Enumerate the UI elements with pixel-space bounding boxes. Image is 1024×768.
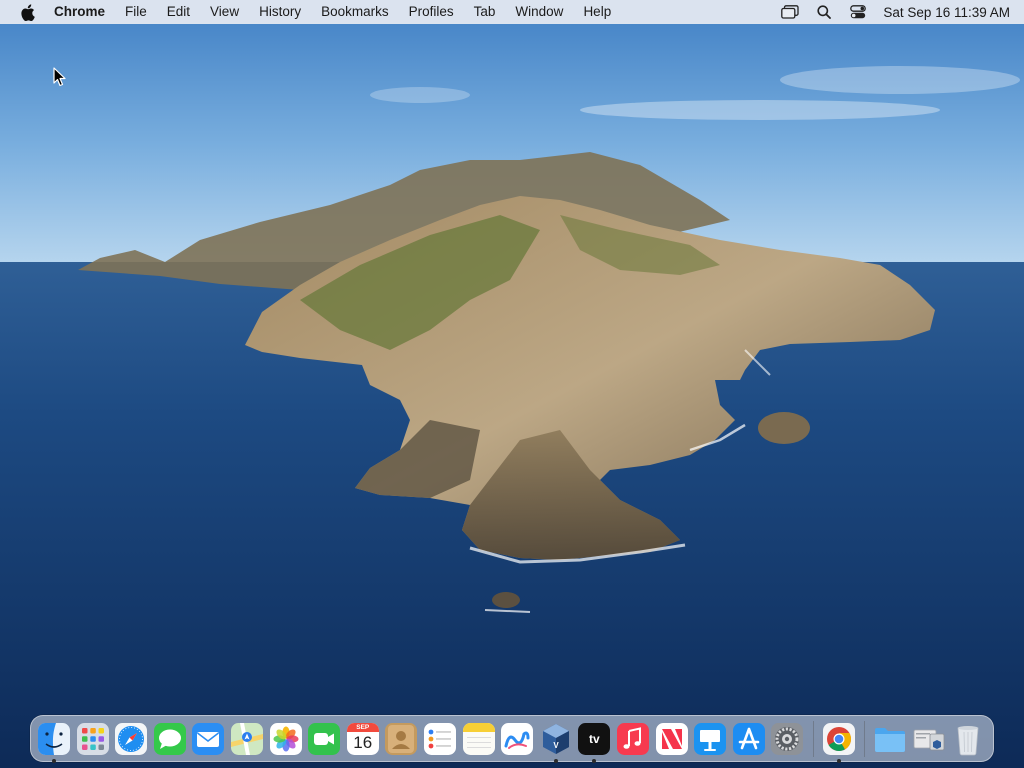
menu-bar-right: Sat Sep 16 11:39 AM <box>773 0 1024 24</box>
screen-mirroring-icon[interactable] <box>773 0 807 24</box>
menu-bar: Chrome File Edit View History Bookmarks … <box>0 0 1024 24</box>
dock-calendar[interactable]: SEP 16 <box>346 722 380 756</box>
running-indicator <box>836 758 841 763</box>
dock-trash[interactable] <box>951 722 985 756</box>
mouse-cursor-icon <box>53 67 66 87</box>
menu-window[interactable]: Window <box>505 0 573 24</box>
svg-text:V: V <box>553 741 559 750</box>
system-settings-icon <box>771 722 804 755</box>
dock-launchpad[interactable] <box>76 722 110 756</box>
dock-chrome[interactable] <box>822 722 856 763</box>
contacts-icon <box>385 722 418 755</box>
reminders-icon <box>423 722 456 755</box>
document-stack-icon <box>913 729 945 750</box>
desktop-wallpaper <box>0 0 1024 768</box>
dock-finder[interactable] <box>37 722 71 763</box>
dock-separator <box>812 720 814 757</box>
dock-system-settings[interactable] <box>770 722 804 756</box>
dock-virtualbox[interactable]: V <box>539 722 573 763</box>
apple-tv-label: tv <box>588 731 600 746</box>
freeform-icon <box>501 722 534 755</box>
dock-messages[interactable] <box>153 722 187 756</box>
dock-separator <box>864 720 866 757</box>
calendar-day: 16 <box>353 732 373 752</box>
menu-file[interactable]: File <box>115 0 157 24</box>
calendar-month: SEP <box>356 723 370 731</box>
dock-photos[interactable] <box>269 722 303 756</box>
dock-notes[interactable] <box>462 722 496 756</box>
dock-facetime[interactable] <box>307 722 341 756</box>
dock-document-stack[interactable] <box>912 722 946 756</box>
dock-safari[interactable] <box>114 722 148 756</box>
menu-tab[interactable]: Tab <box>464 0 506 24</box>
app-store-icon <box>732 722 765 755</box>
dock-news[interactable] <box>655 722 689 756</box>
chrome-icon <box>822 722 855 755</box>
dock-keynote[interactable] <box>693 722 727 756</box>
mail-icon <box>192 722 225 755</box>
dock-apple-tv[interactable]: tv <box>577 722 611 763</box>
notes-icon <box>462 722 495 755</box>
dock-reminders[interactable] <box>423 722 457 756</box>
menu-bar-left: Chrome File Edit View History Bookmarks … <box>0 0 621 24</box>
running-indicator <box>553 758 558 763</box>
dock-music[interactable] <box>616 722 650 756</box>
keynote-icon <box>694 722 727 755</box>
control-center-icon[interactable] <box>841 0 875 24</box>
menu-profiles[interactable]: Profiles <box>399 0 464 24</box>
menu-help[interactable]: Help <box>573 0 621 24</box>
menu-bar-clock[interactable]: Sat Sep 16 11:39 AM <box>875 5 1010 20</box>
launchpad-icon <box>76 722 109 755</box>
trash-icon <box>957 725 979 755</box>
photos-icon <box>269 722 302 755</box>
news-icon <box>655 722 688 755</box>
spotlight-search-icon[interactable] <box>807 0 841 24</box>
messages-icon <box>153 722 186 755</box>
dock-mail[interactable] <box>191 722 225 756</box>
menu-bookmarks[interactable]: Bookmarks <box>311 0 399 24</box>
menu-history[interactable]: History <box>249 0 311 24</box>
folder-icon <box>875 727 906 752</box>
running-indicator <box>52 758 56 763</box>
menu-view[interactable]: View <box>200 0 249 24</box>
facetime-icon <box>308 722 341 755</box>
dock-freeform[interactable] <box>500 722 534 756</box>
menu-edit[interactable]: Edit <box>157 0 200 24</box>
dock-contacts[interactable] <box>384 722 418 756</box>
virtualbox-icon: V <box>542 723 569 754</box>
finder-icon <box>38 722 70 755</box>
dock-maps[interactable] <box>230 722 264 756</box>
music-icon <box>616 722 649 755</box>
dock-app-store[interactable] <box>732 722 766 756</box>
apple-logo-icon[interactable] <box>16 0 38 24</box>
safari-icon <box>115 722 148 755</box>
maps-icon <box>230 722 263 755</box>
dock-downloads-folder[interactable] <box>873 722 907 756</box>
running-indicator <box>592 758 597 763</box>
dock: SEP 16 V tv <box>30 715 994 763</box>
menu-app-name[interactable]: Chrome <box>50 0 115 24</box>
